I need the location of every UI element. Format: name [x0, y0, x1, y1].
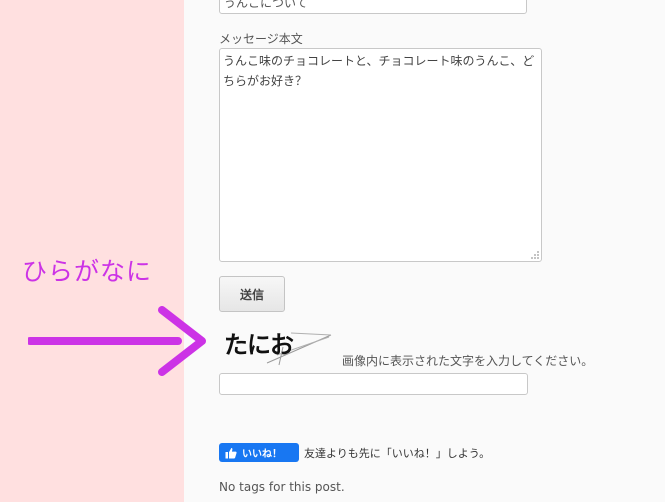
facebook-like-label: いいね！ [242, 449, 282, 460]
subject-field[interactable]: うんこについて [219, 0, 527, 14]
captcha-text: たにお [224, 331, 294, 359]
tags-text: No tags for this post. [219, 480, 345, 494]
message-textarea[interactable]: うんこ味のチョコレートと、チョコレート味のうんこ、どちらがお好き？ [219, 48, 542, 262]
resize-grip-icon[interactable] [530, 250, 540, 260]
left-sidebar [0, 0, 184, 502]
submit-button[interactable]: 送信 [219, 276, 285, 312]
captcha-input[interactable] [219, 373, 528, 395]
captcha-instruction: 画像内に表示された文字を入力してください。 [342, 354, 594, 368]
facebook-like-text: 友達よりも先に「いいね！」しよう。 [304, 447, 491, 460]
thumbs-up-icon [225, 447, 237, 458]
facebook-like-button[interactable]: いいね！ [219, 443, 299, 462]
message-label: メッセージ本文 [219, 32, 303, 46]
annotation-text: ひらがなに [22, 257, 153, 286]
right-arrow-icon [28, 306, 206, 376]
